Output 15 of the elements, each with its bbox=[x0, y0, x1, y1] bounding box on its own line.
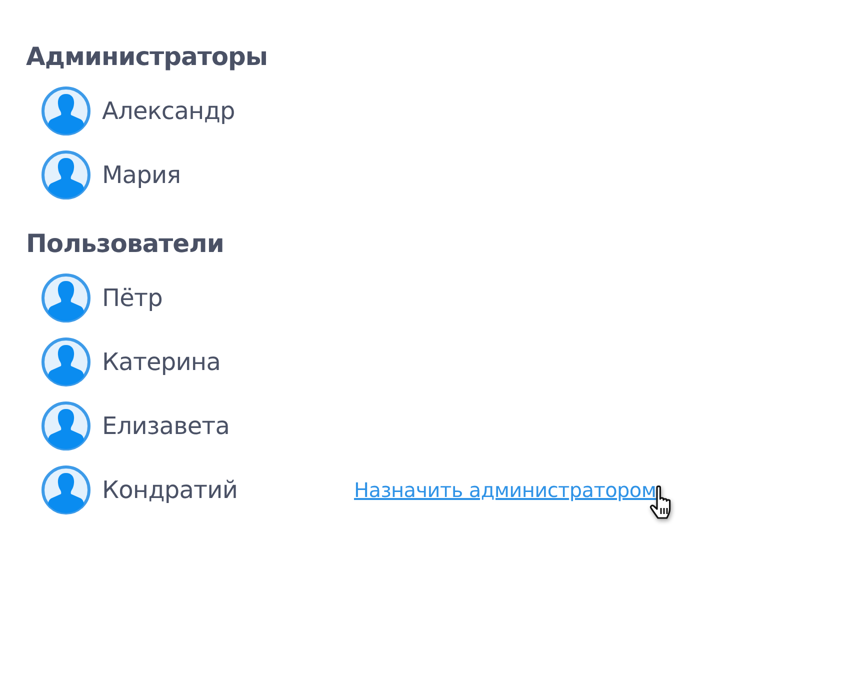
user-avatar-icon bbox=[40, 336, 92, 388]
user-avatar-icon bbox=[40, 85, 92, 137]
make-admin-link[interactable]: Назначить администратором bbox=[354, 478, 656, 502]
user-name: Кондратий bbox=[101, 476, 239, 504]
user-avatar-icon bbox=[40, 149, 92, 201]
user-name: Пётр bbox=[101, 284, 164, 312]
user-avatar-icon bbox=[40, 464, 92, 516]
user-name: Катерина bbox=[101, 348, 222, 376]
section-heading: Пользователи bbox=[26, 229, 225, 258]
user-avatar-icon bbox=[40, 272, 92, 324]
user-name: Александр bbox=[101, 97, 236, 125]
user-avatar-icon bbox=[40, 400, 92, 452]
user-name: Елизавета bbox=[101, 412, 231, 440]
section-heading: Администраторы bbox=[26, 42, 269, 71]
user-name: Мария bbox=[101, 161, 182, 189]
